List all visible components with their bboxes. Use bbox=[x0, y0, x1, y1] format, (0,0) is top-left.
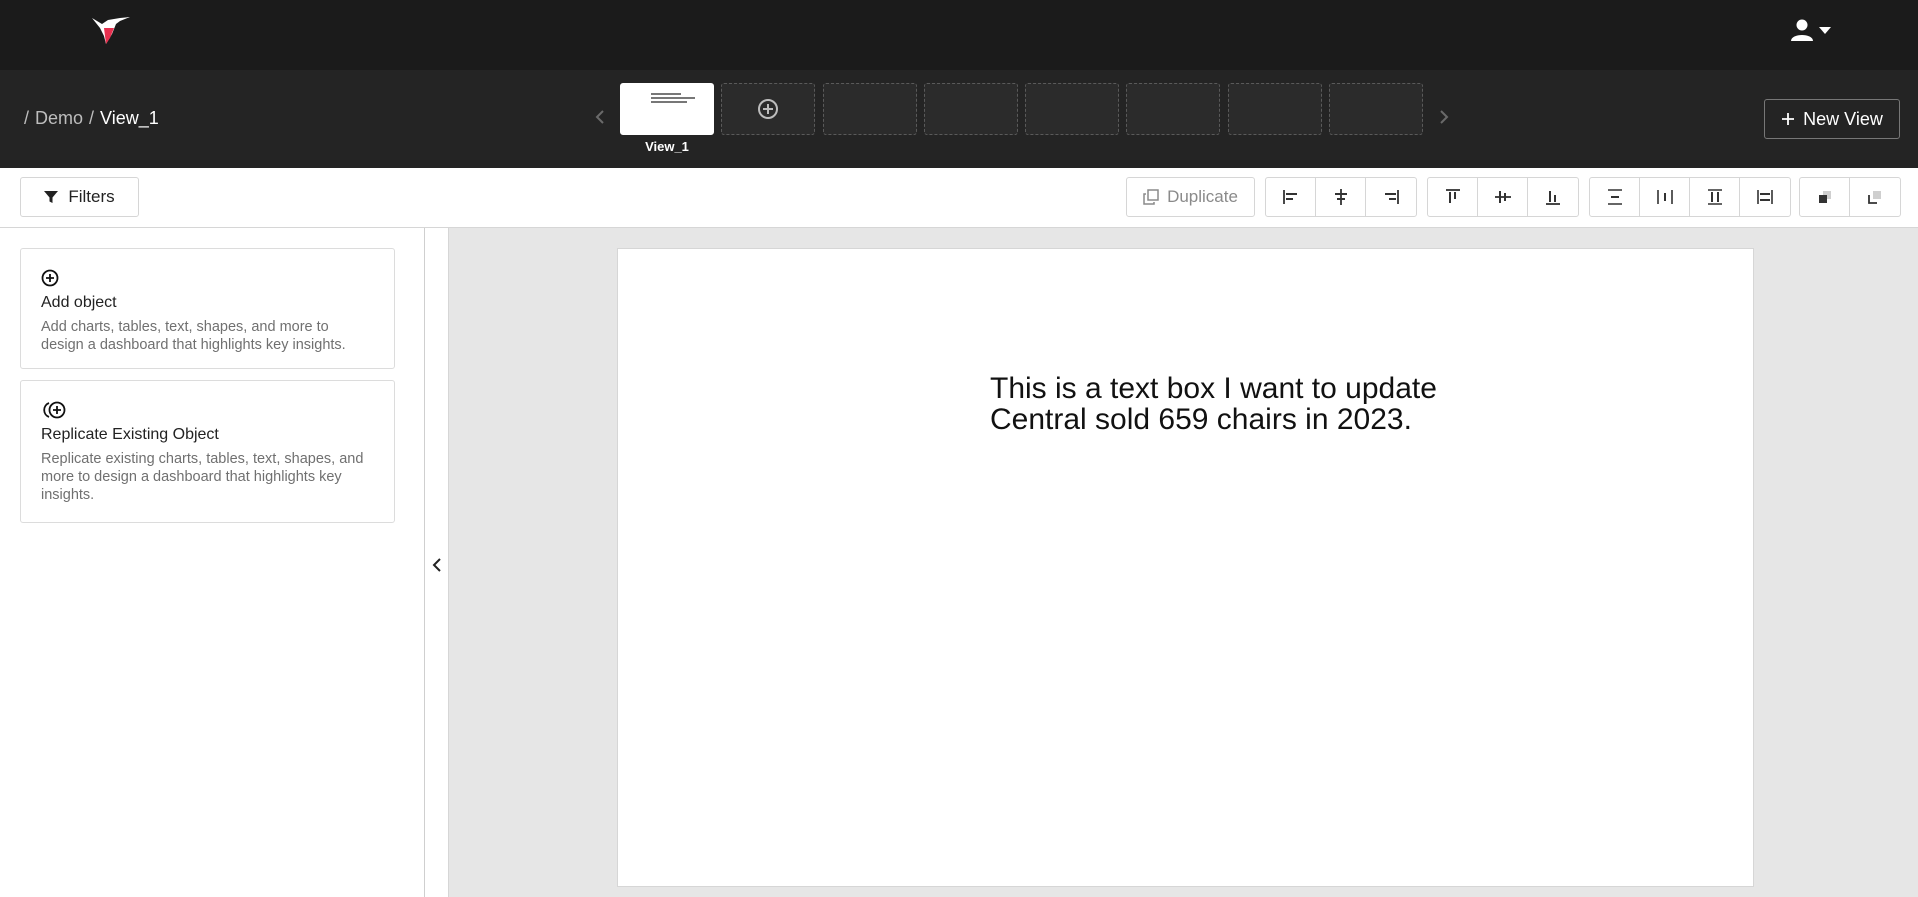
hummingbird-logo-icon[interactable] bbox=[90, 14, 132, 48]
toolbar: Filters Duplicate bbox=[0, 168, 1918, 228]
horizontal-align-group bbox=[1265, 177, 1417, 217]
top-bar bbox=[0, 0, 1918, 70]
align-bottom-button[interactable] bbox=[1528, 178, 1578, 216]
bring-forward-button[interactable] bbox=[1800, 178, 1850, 216]
align-top-icon bbox=[1445, 189, 1460, 203]
panel-collapse-strip bbox=[425, 228, 449, 897]
align-left-icon bbox=[1282, 190, 1297, 204]
space-horizontal-icon bbox=[1757, 190, 1773, 204]
text-box-line: This is a text box I want to update bbox=[990, 372, 1437, 405]
space-horizontal-button[interactable] bbox=[1740, 178, 1790, 216]
user-menu[interactable] bbox=[1790, 16, 1836, 44]
align-right-button[interactable] bbox=[1366, 178, 1416, 216]
breadcrumb-parent[interactable]: Demo bbox=[35, 108, 83, 129]
carousel-next-button[interactable] bbox=[1434, 102, 1454, 132]
align-right-icon bbox=[1385, 190, 1399, 204]
duplicate-button[interactable]: Duplicate bbox=[1126, 177, 1255, 217]
bring-forward-icon bbox=[1818, 191, 1831, 203]
add-view-thumbnail[interactable] bbox=[721, 83, 815, 135]
send-backward-icon bbox=[1868, 191, 1881, 204]
filters-label: Filters bbox=[68, 187, 115, 206]
view-thumbnail-empty[interactable] bbox=[924, 83, 1018, 135]
new-view-label: New View bbox=[1803, 108, 1883, 129]
dashboard-canvas[interactable]: This is a text box I want to update Cent… bbox=[617, 248, 1754, 887]
plus-icon bbox=[1782, 113, 1795, 125]
align-middle-button[interactable] bbox=[1478, 178, 1528, 216]
left-panel: Add object Add charts, tables, text, sha… bbox=[0, 228, 425, 897]
align-left-button[interactable] bbox=[1266, 178, 1316, 216]
align-top-button[interactable] bbox=[1428, 178, 1478, 216]
plus-circle-icon bbox=[758, 99, 778, 119]
view-thumbnail-empty[interactable] bbox=[1228, 83, 1322, 135]
duplicate-label: Duplicate bbox=[1167, 187, 1238, 206]
carousel-prev-button[interactable] bbox=[590, 102, 610, 132]
views-bar: / Demo / View_1 View_1 New View bbox=[0, 70, 1918, 168]
breadcrumb-separator: / bbox=[24, 108, 30, 128]
distribute-vertical-button[interactable] bbox=[1590, 178, 1640, 216]
view-thumbnail-empty[interactable] bbox=[823, 83, 917, 135]
add-object-card[interactable]: Add object Add charts, tables, text, sha… bbox=[20, 248, 395, 369]
view-thumbnail-empty[interactable] bbox=[1025, 83, 1119, 135]
replicate-object-card[interactable]: Replicate Existing Object Replicate exis… bbox=[20, 380, 395, 523]
new-view-button[interactable]: New View bbox=[1764, 99, 1900, 139]
replicate-plus-circle-icon bbox=[41, 401, 374, 423]
filters-button[interactable]: Filters bbox=[20, 177, 139, 217]
chevron-right-icon bbox=[1440, 110, 1449, 124]
thumbnail-preview bbox=[651, 93, 695, 105]
align-horizontal-center-icon bbox=[1334, 189, 1347, 205]
distribute-vertical-icon bbox=[1607, 189, 1622, 205]
chevron-left-icon bbox=[432, 558, 441, 572]
card-description: Replicate existing charts, tables, text,… bbox=[41, 451, 364, 503]
card-title: Replicate Existing Object bbox=[41, 426, 219, 443]
space-vertical-icon bbox=[1707, 189, 1722, 205]
breadcrumb: / Demo / View_1 bbox=[24, 108, 159, 129]
view-thumbnail-empty[interactable] bbox=[1126, 83, 1220, 135]
view-thumbnail-active[interactable] bbox=[620, 83, 714, 135]
plus-circle-icon bbox=[41, 269, 374, 291]
align-center-button[interactable] bbox=[1316, 178, 1366, 216]
distribute-horizontal-button[interactable] bbox=[1640, 178, 1690, 216]
active-view-label: View_1 bbox=[645, 139, 689, 154]
distribute-horizontal-icon bbox=[1656, 190, 1673, 204]
layer-order-group bbox=[1799, 177, 1901, 217]
send-backward-button[interactable] bbox=[1850, 178, 1900, 216]
space-vertical-button[interactable] bbox=[1690, 178, 1740, 216]
breadcrumb-current: View_1 bbox=[100, 108, 159, 128]
user-icon bbox=[1791, 19, 1813, 41]
breadcrumb-separator: / bbox=[89, 108, 95, 128]
card-description: Add charts, tables, text, shapes, and mo… bbox=[41, 319, 346, 353]
text-box-line: Central sold 659 chairs in 2023. bbox=[990, 403, 1412, 436]
align-vertical-center-icon bbox=[1494, 191, 1511, 203]
align-bottom-icon bbox=[1546, 191, 1560, 205]
text-box-object[interactable]: This is a text box I want to update Cent… bbox=[990, 373, 1510, 435]
copy-icon bbox=[1143, 189, 1159, 205]
filter-icon bbox=[44, 191, 59, 203]
caret-down-icon bbox=[1819, 27, 1831, 34]
card-title: Add object bbox=[41, 294, 117, 311]
chevron-left-icon bbox=[595, 110, 604, 124]
distribute-group bbox=[1589, 177, 1791, 217]
vertical-align-group bbox=[1427, 177, 1579, 217]
collapse-panel-button[interactable] bbox=[425, 550, 449, 580]
view-thumbnail-empty[interactable] bbox=[1329, 83, 1423, 135]
